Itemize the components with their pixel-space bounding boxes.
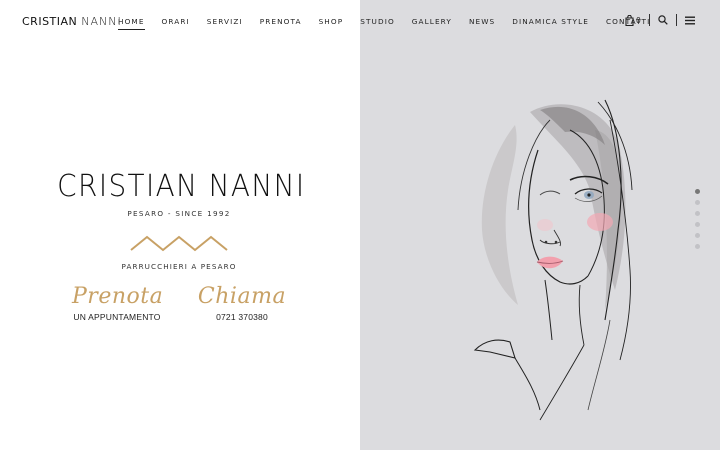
hero-left-panel (0, 0, 360, 450)
site-logo[interactable]: CRISTIAN NANNI (22, 15, 122, 28)
brand-name: CRISTIAN NANNI (57, 169, 306, 204)
nav-item-dinamica-style[interactable]: DINAMICA STYLE (512, 17, 589, 30)
slide-dot[interactable] (695, 200, 700, 205)
prenota-label: UN APPUNTAMENTO (73, 312, 161, 322)
nav-item-shop[interactable]: SHOP (319, 17, 344, 30)
nav-item-gallery[interactable]: GALLERY (412, 17, 452, 30)
hero-tagline: PARRUCCHIERI A PESARO (121, 262, 237, 271)
nav-item-prenota[interactable]: PRENOTA (260, 17, 302, 30)
chiama-link[interactable]: Chiama 0721 370380 (192, 284, 292, 322)
nav-item-news[interactable]: NEWS (469, 17, 495, 30)
slide-dot[interactable] (695, 211, 700, 216)
logo-first: CRISTIAN (22, 15, 78, 28)
hamburger-icon[interactable] (684, 16, 695, 25)
cart-button[interactable]: 0 (625, 14, 641, 26)
brand-subtitle: PESARO - SINCE 1992 (127, 209, 231, 218)
logo-last: NANNI (81, 15, 122, 28)
nav-item-home[interactable]: HOME (118, 17, 145, 30)
slide-dot[interactable] (695, 244, 700, 249)
slide-pagination (695, 189, 700, 249)
chiama-phone: 0721 370380 (216, 312, 268, 322)
site-header: CRISTIAN NANNI HOME ORARI SERVIZI PRENOTA SH… (0, 0, 720, 44)
bag-icon (625, 14, 634, 26)
woman-illustration (473, 99, 633, 421)
chiama-script: Chiama (197, 284, 287, 309)
prenota-link[interactable]: Prenota UN APPUNTAMENTO (72, 284, 164, 322)
main-nav: HOME ORARI SERVIZI PRENOTA SHOP STUDIO GALLERY… (118, 17, 667, 30)
hero-brand: CRISTIAN NANNI PESARO - SINCE 1992 (48, 169, 310, 219)
nav-item-studio[interactable]: STUDIO (360, 17, 395, 30)
header-tools: 0 (625, 14, 695, 26)
prenota-script: Prenota (72, 284, 164, 309)
slide-dot[interactable] (695, 233, 700, 238)
slide-dot[interactable] (695, 189, 700, 194)
cart-count: 0 (636, 15, 641, 25)
nav-item-servizi[interactable]: SERVIZI (207, 17, 243, 30)
divider (675, 14, 677, 26)
slide-dot[interactable] (695, 222, 700, 227)
zigzag-ornament (130, 235, 228, 252)
search-icon[interactable] (658, 15, 668, 25)
divider (648, 14, 650, 26)
nav-item-orari[interactable]: ORARI (162, 17, 190, 30)
